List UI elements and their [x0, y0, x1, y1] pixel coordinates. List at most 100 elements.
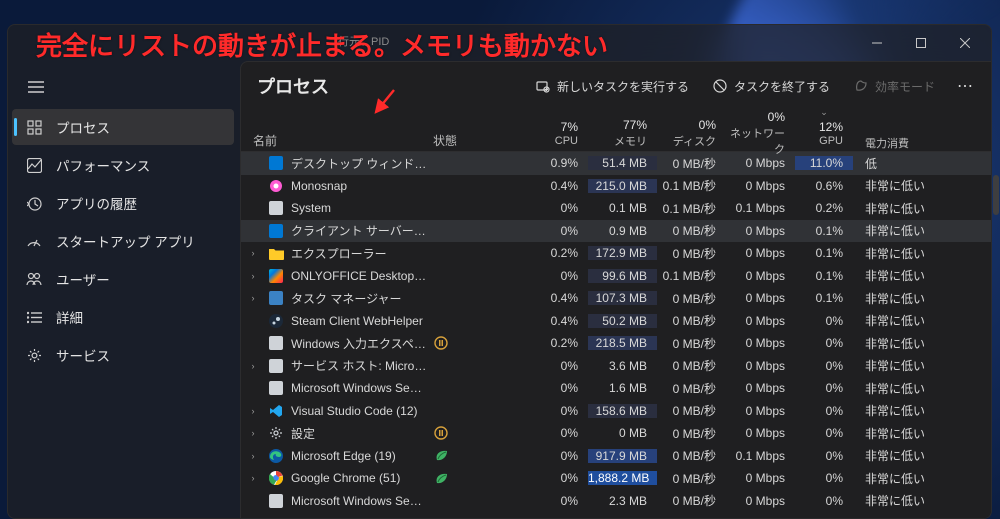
sidebar-item-services[interactable]: サービス	[12, 337, 234, 373]
sidebar-item-details[interactable]: 詳細	[12, 299, 234, 335]
list-icon	[26, 311, 42, 324]
table-row[interactable]: ›サービス ホスト: Microsoft Accou…0%3.6 MB0 MB/…	[241, 355, 991, 378]
sidebar-item-processes[interactable]: プロセス	[12, 109, 234, 145]
expand-chevron-icon[interactable]: ›	[245, 451, 261, 461]
cell-memory: 3.6 MB	[588, 359, 657, 373]
cell-cpu: 0%	[533, 201, 588, 215]
efficiency-mode-button[interactable]: 効率モード	[846, 72, 943, 101]
cell-gpu: 0%	[795, 314, 853, 328]
expand-chevron-icon[interactable]: ›	[245, 271, 261, 281]
cell-cpu: 0%	[533, 359, 588, 373]
cell-gpu: 0.1%	[795, 291, 853, 305]
cell-disk: 0 MB/秒	[657, 222, 726, 239]
efficiency-leaf-icon	[433, 448, 449, 464]
expand-chevron-icon[interactable]: ›	[245, 361, 261, 371]
cell-network: 0 Mbps	[726, 359, 795, 373]
col-cpu[interactable]: 7%CPU	[533, 110, 588, 151]
sidebar-item-label: 詳細	[56, 307, 83, 327]
cell-memory: 172.9 MB	[588, 246, 657, 260]
sidebar-item-startup[interactable]: スタートアップ アプリ	[12, 223, 234, 259]
process-rows[interactable]: デスクトップ ウィンドウ マネージャー0.9%51.4 MB0 MB/秒0 Mb…	[241, 152, 991, 518]
cell-cpu: 0.4%	[533, 179, 588, 193]
table-row[interactable]: ›設定0%0 MB0 MB/秒0 Mbps0%非常に低い	[241, 422, 991, 445]
table-row[interactable]: ›エクスプローラー0.2%172.9 MB0 MB/秒0 Mbps0.1%非常に…	[241, 242, 991, 265]
button-label: 新しいタスクを実行する	[557, 78, 689, 95]
process-icon	[268, 178, 284, 194]
col-gpu[interactable]: ⌄12%GPU	[795, 110, 853, 151]
cell-cpu: 0%	[533, 404, 588, 418]
efficiency-leaf-icon	[433, 470, 449, 486]
col-power[interactable]: 電力消費	[853, 110, 991, 151]
expand-chevron-icon[interactable]: ›	[245, 406, 261, 416]
end-task-button[interactable]: タスクを終了する	[705, 72, 838, 101]
col-disk[interactable]: 0%ディスク	[657, 110, 726, 151]
history-icon	[26, 196, 42, 211]
process-name: 設定	[291, 425, 315, 442]
cell-memory: 51.4 MB	[588, 156, 657, 170]
minimize-button[interactable]	[855, 28, 899, 58]
expand-chevron-icon[interactable]: ›	[245, 428, 261, 438]
cell-disk: 0 MB/秒	[657, 425, 726, 442]
cell-power: 非常に低い	[853, 380, 991, 397]
expand-chevron-icon[interactable]: ›	[245, 473, 261, 483]
table-row[interactable]: Steam Client WebHelper0.4%50.2 MB0 MB/秒0…	[241, 310, 991, 333]
cell-cpu: 0%	[533, 381, 588, 395]
process-name: System	[291, 201, 331, 215]
cell-network: 0 Mbps	[726, 381, 795, 395]
cell-network: 0 Mbps	[726, 426, 795, 440]
table-row[interactable]: Windows 入力エクスペリエンス0.2%218.5 MB0 MB/秒0 Mb…	[241, 332, 991, 355]
cell-memory: 50.2 MB	[588, 314, 657, 328]
table-row[interactable]: ›タスク マネージャー0.4%107.3 MB0 MB/秒0 Mbps0.1%非…	[241, 287, 991, 310]
cell-memory: 1.6 MB	[588, 381, 657, 395]
table-row[interactable]: Microsoft Windows Search Filt…0%1.6 MB0 …	[241, 377, 991, 400]
toolbar: プロセス 新しいタスクを実行する タスクを終了する 効率モード ⋯	[241, 62, 991, 110]
cell-cpu: 0.4%	[533, 314, 588, 328]
col-memory[interactable]: 77%メモリ	[588, 110, 657, 151]
cell-power: 非常に低い	[853, 357, 991, 374]
table-row[interactable]: クライアント サーバー ランタイム プロ…0%0.9 MB0 MB/秒0 Mbp…	[241, 220, 991, 243]
cell-network: 0.1 Mbps	[726, 201, 795, 215]
outer-scrollbar[interactable]	[993, 175, 999, 215]
table-row[interactable]: デスクトップ ウィンドウ マネージャー0.9%51.4 MB0 MB/秒0 Mb…	[241, 152, 991, 175]
process-icon	[268, 245, 284, 261]
more-button[interactable]: ⋯	[951, 76, 979, 96]
sidebar-item-app-history[interactable]: アプリの履歴	[12, 185, 234, 221]
sidebar-item-label: ユーザー	[56, 269, 110, 289]
run-icon	[536, 79, 550, 93]
table-row[interactable]: Monosnap0.4%215.0 MB0.1 MB/秒0 Mbps0.6%非常…	[241, 175, 991, 198]
table-row[interactable]: System0%0.1 MB0.1 MB/秒0.1 Mbps0.2%非常に低い	[241, 197, 991, 220]
main-panel: プロセス 新しいタスクを実行する タスクを終了する 効率モード ⋯ 名前	[240, 61, 991, 518]
cell-power: 非常に低い	[853, 290, 991, 307]
table-row[interactable]: ›Visual Studio Code (12)0%158.6 MB0 MB/秒…	[241, 400, 991, 423]
cell-gpu: 0%	[795, 359, 853, 373]
col-status[interactable]: 状態	[427, 110, 533, 151]
process-icon	[268, 290, 284, 306]
nav-toggle-button[interactable]	[18, 71, 54, 103]
cell-network: 0 Mbps	[726, 404, 795, 418]
cell-gpu: 0%	[795, 426, 853, 440]
column-headers[interactable]: 名前 状態 7%CPU 77%メモリ 0%ディスク 0%ネットワーク ⌄12%G…	[241, 110, 991, 152]
expand-chevron-icon[interactable]: ›	[245, 248, 261, 258]
cell-power: 非常に低い	[853, 312, 991, 329]
expand-chevron-icon[interactable]: ›	[245, 293, 261, 303]
col-network[interactable]: 0%ネットワーク	[726, 110, 795, 151]
cell-power: 非常に低い	[853, 177, 991, 194]
sidebar-item-users[interactable]: ユーザー	[12, 261, 234, 297]
process-name: Monosnap	[291, 179, 347, 193]
table-row[interactable]: ›Google Chrome (51)0%1,888.2 MB0 MB/秒0 M…	[241, 467, 991, 490]
table-row[interactable]: Microsoft Windows Search P…0%2.3 MB0 MB/…	[241, 490, 991, 513]
close-button[interactable]	[943, 28, 987, 58]
table-row[interactable]: ›Microsoft Edge (19)0%917.9 MB0 MB/秒0.1 …	[241, 445, 991, 468]
cell-memory: 0.9 MB	[588, 224, 657, 238]
sidebar-item-performance[interactable]: パフォーマンス	[12, 147, 234, 183]
cell-gpu: 0%	[795, 404, 853, 418]
maximize-button[interactable]	[899, 28, 943, 58]
cell-gpu: 0%	[795, 336, 853, 350]
cell-memory: 215.0 MB	[588, 179, 657, 193]
cell-cpu: 0.2%	[533, 336, 588, 350]
run-new-task-button[interactable]: 新しいタスクを実行する	[528, 72, 697, 101]
table-row[interactable]: ›ONLYOFFICE Desktop Editors (…0%99.6 MB0…	[241, 265, 991, 288]
cell-disk: 0 MB/秒	[657, 312, 726, 329]
cell-power: 非常に低い	[853, 245, 991, 262]
cell-disk: 0 MB/秒	[657, 155, 726, 172]
